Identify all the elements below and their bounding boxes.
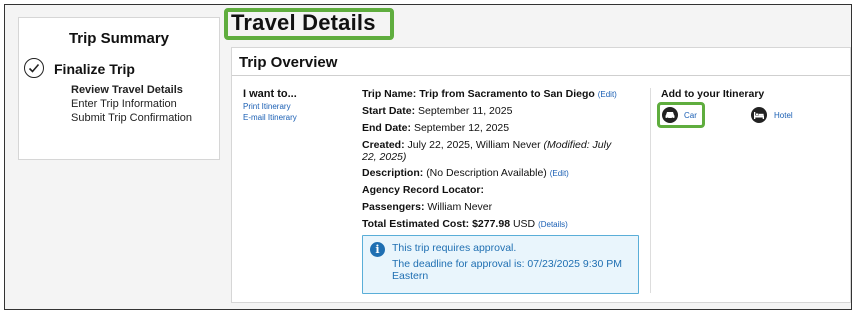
car-icon[interactable] <box>662 107 678 123</box>
cost-details-link[interactable]: (Details) <box>538 220 568 229</box>
add-car-link[interactable]: Car <box>684 111 697 120</box>
created-label: Created: <box>362 139 405 151</box>
print-itinerary-link[interactable]: Print Itinerary <box>243 102 291 111</box>
total-cost-value: $277.98 <box>472 218 511 230</box>
trip-overview-title: Trip Overview <box>239 54 338 71</box>
checkmark-icon <box>24 58 44 78</box>
passengers-value: William Never <box>427 201 493 213</box>
currency-value: USD <box>512 218 536 230</box>
edit-description-link[interactable]: (Edit) <box>550 169 569 178</box>
info-icon: i <box>370 242 385 257</box>
trip-summary-title: Trip Summary <box>68 30 170 47</box>
edit-trip-name-link[interactable]: (Edit) <box>598 90 617 99</box>
start-date-row: Start Date: September 11, 2025 <box>362 105 512 117</box>
add-to-itinerary-heading: Add to your Itinerary <box>661 88 765 100</box>
i-want-to-heading: I want to... <box>243 88 297 100</box>
trip-name-label: Trip Name: <box>362 88 417 100</box>
total-cost-row: Total Estimated Cost: $277.98 USD (Detai… <box>362 218 568 230</box>
agency-record-row: Agency Record Locator: <box>362 184 484 196</box>
start-date-value: September 11, 2025 <box>418 105 513 117</box>
end-date-label: End Date: <box>362 122 412 134</box>
description-row: Description: (No Description Available) … <box>362 167 569 179</box>
approval-message: This trip requires approval. <box>392 242 517 254</box>
passengers-label: Passengers: <box>362 201 425 213</box>
card-header: Trip Overview <box>232 48 850 76</box>
trip-summary-panel: Trip Summary Finalize Trip Review Travel… <box>18 17 220 160</box>
start-date-label: Start Date: <box>362 105 416 117</box>
end-date-value: September 12, 2025 <box>413 122 510 134</box>
page-title: Travel Details <box>231 10 376 35</box>
step-review-travel-details: Review Travel Details <box>71 84 183 96</box>
finalize-trip-heading: Finalize Trip <box>54 61 135 77</box>
step-enter-trip-information: Enter Trip Information <box>71 98 177 110</box>
approval-deadline: The deadline for approval is: 07/23/2025… <box>392 258 622 282</box>
bed-icon[interactable] <box>751 107 767 123</box>
description-value: (No Description Available) <box>426 167 547 179</box>
total-cost-label: Total Estimated Cost: <box>362 218 470 230</box>
trip-name-row: Trip Name: Trip from Sacramento to San D… <box>362 88 617 100</box>
passengers-row: Passengers: William Never <box>362 201 492 213</box>
email-itinerary-link[interactable]: E-mail Itinerary <box>243 113 297 122</box>
end-date-row: End Date: September 12, 2025 <box>362 122 509 134</box>
created-value: July 22, 2025, William Never <box>407 139 541 151</box>
description-label: Description: <box>362 167 424 179</box>
trip-overview-card: Trip Overview I want to... Print Itinera… <box>231 47 851 303</box>
approval-notice: i This trip requires approval. The deadl… <box>362 235 639 294</box>
agency-record-label: Agency Record Locator: <box>362 184 484 196</box>
add-hotel-link[interactable]: Hotel <box>774 111 793 120</box>
step-submit-trip-confirmation: Submit Trip Confirmation <box>71 112 193 124</box>
trip-name-value: Trip from Sacramento to San Diego <box>419 88 595 100</box>
column-divider <box>650 88 651 293</box>
created-row: Created: July 22, 2025, William Never (M… <box>362 139 627 163</box>
